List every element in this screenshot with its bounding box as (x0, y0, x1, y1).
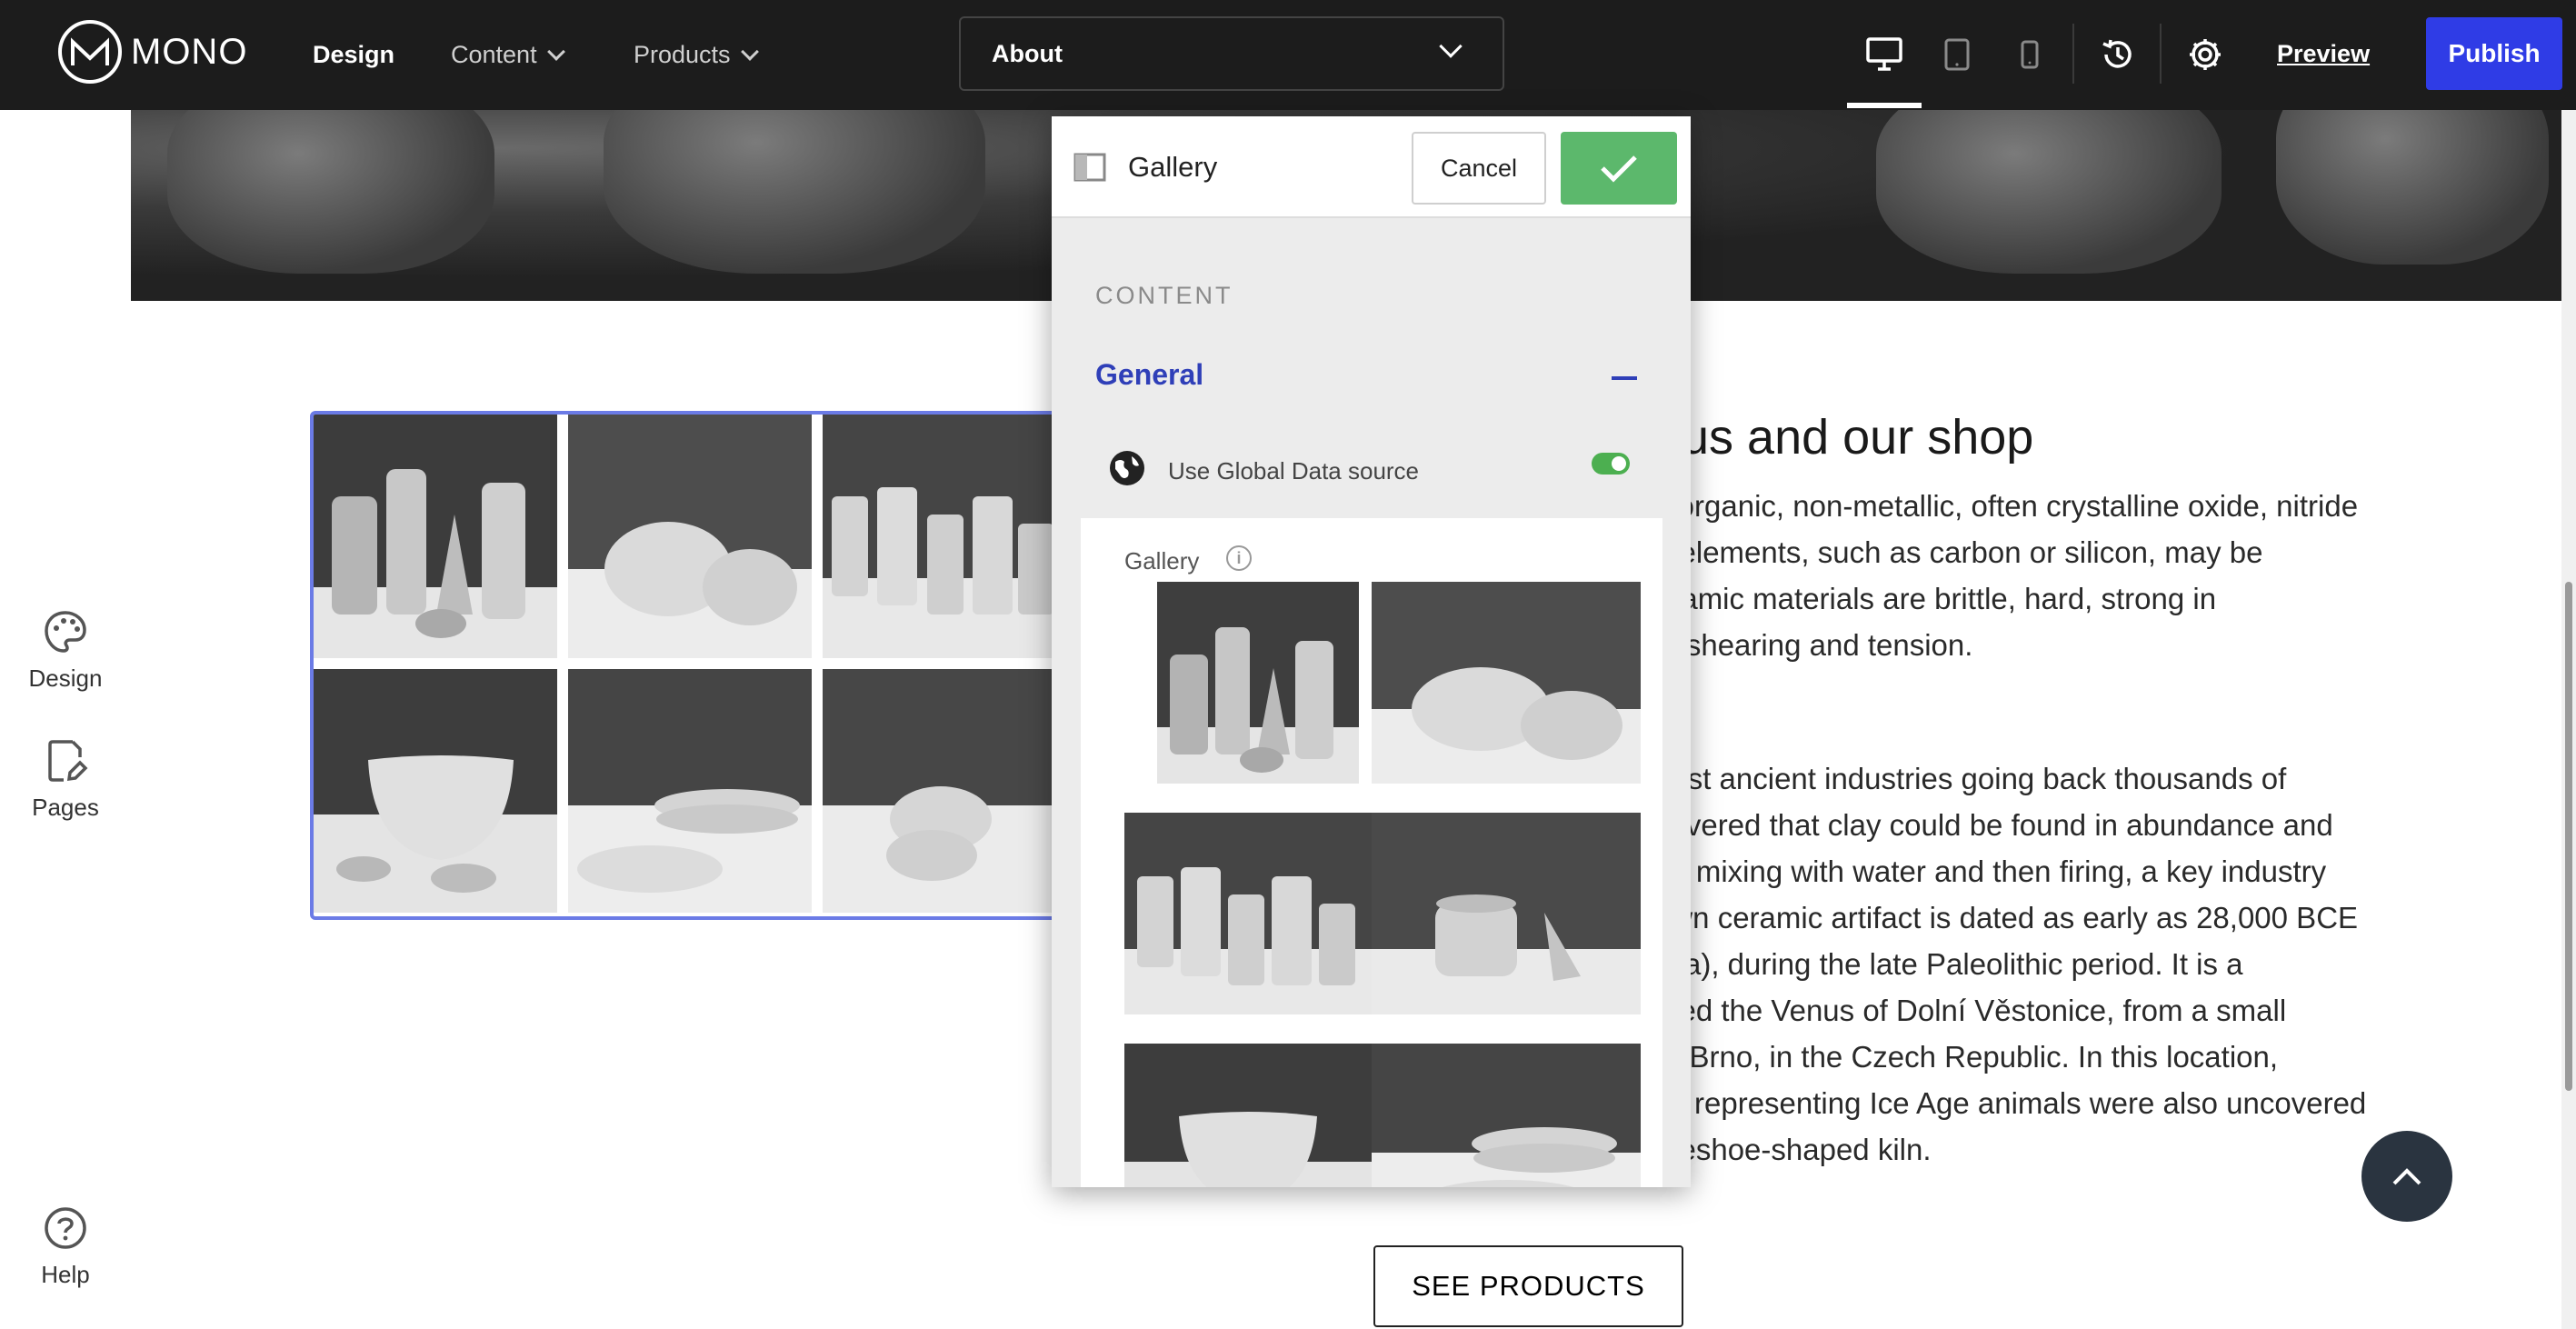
checkmark-icon (1601, 155, 1637, 183)
gear-icon (2190, 39, 2221, 70)
gallery-image[interactable] (823, 669, 1061, 913)
gallery-field: Gallery i (1081, 518, 1662, 1187)
scroll-to-top-button[interactable] (2361, 1131, 2452, 1222)
general-group-toggle[interactable]: General (1095, 358, 1203, 392)
mono-logo-icon (58, 20, 122, 84)
gallery-thumbnail[interactable] (1372, 1044, 1641, 1187)
scrollbar-thumb[interactable] (2565, 582, 2572, 1091)
confirm-button[interactable] (1561, 132, 1677, 205)
history-button[interactable] (2094, 31, 2142, 78)
global-data-source-label: Use Global Data source (1168, 457, 1420, 485)
collapse-icon[interactable] (1612, 376, 1637, 380)
toolbar-divider (2160, 24, 2162, 84)
left-rail: Design Pages Help (0, 110, 131, 1329)
mobile-view-button[interactable] (2006, 31, 2053, 78)
rail-help-button[interactable]: Help (0, 1204, 131, 1289)
rail-pages-button[interactable]: Pages (0, 737, 131, 822)
rail-design-label: Design (28, 664, 103, 692)
globe-icon (1110, 451, 1144, 485)
gallery-image[interactable] (314, 415, 557, 658)
chevron-down-icon (1439, 35, 1463, 58)
global-data-source-toggle[interactable] (1592, 453, 1630, 475)
help-icon (45, 1207, 86, 1249)
nav-design[interactable]: Design (313, 41, 394, 69)
rail-pages-label: Pages (32, 794, 99, 821)
about-title: t us and our shop (1654, 410, 2034, 465)
desktop-view-button[interactable] (1861, 31, 1908, 78)
tablet-view-button[interactable] (1933, 31, 1981, 78)
panel-dock-icon[interactable] (1073, 153, 1106, 182)
info-icon[interactable]: i (1226, 545, 1252, 571)
gallery-thumbnail[interactable] (1372, 813, 1641, 1014)
rail-design-button[interactable]: Design (0, 608, 131, 693)
brand-name: MONO (131, 31, 248, 72)
section-label: CONTENT (1095, 282, 1233, 309)
active-device-indicator (1847, 103, 1922, 108)
about-paragraph-2: nost ancient industries going back thous… (1654, 762, 2367, 1166)
chevron-down-icon (546, 42, 565, 61)
gallery-image[interactable] (823, 415, 1061, 658)
panel-title: Gallery (1128, 151, 1218, 183)
gallery-image[interactable] (314, 669, 557, 913)
settings-button[interactable] (2182, 31, 2229, 78)
page-selector[interactable]: About (959, 16, 1504, 91)
gallery-widget-selected[interactable] (310, 411, 1064, 920)
gallery-editor-panel: Gallery Cancel CONTENT General Use Globa… (1052, 116, 1691, 1187)
cancel-button[interactable]: Cancel (1412, 132, 1546, 205)
brand-logo[interactable]: MONO (58, 20, 247, 84)
chevron-down-icon (740, 42, 759, 61)
nav-content[interactable]: Content (451, 41, 565, 69)
toolbar-divider (2072, 24, 2074, 84)
top-bar: MONO Design Content Products About Previ… (0, 0, 2576, 110)
history-icon (2102, 39, 2132, 68)
rail-help-label: Help (41, 1261, 90, 1288)
desktop-icon (1866, 37, 1902, 71)
nav-products[interactable]: Products (634, 41, 759, 69)
see-products-button[interactable]: SEE PRODUCTS (1373, 1245, 1683, 1327)
page-selector-value: About (992, 39, 1063, 67)
gallery-thumbnail[interactable] (1372, 582, 1641, 784)
gallery-field-label: Gallery (1124, 547, 1200, 575)
mobile-icon (2021, 40, 2039, 69)
gallery-image[interactable] (568, 669, 812, 913)
chevron-up-icon (2392, 1168, 2421, 1185)
panel-header: Gallery Cancel (1052, 116, 1691, 218)
gallery-image[interactable] (568, 415, 812, 658)
publish-button[interactable]: Publish (2426, 17, 2562, 90)
page-edit-icon (48, 740, 88, 782)
about-paragraph-1: inorganic, non-metallic, often crystalli… (1654, 489, 2359, 662)
palette-icon (45, 611, 86, 653)
gallery-thumbnail[interactable] (1124, 1044, 1372, 1187)
preview-link[interactable]: Preview (2277, 40, 2370, 68)
gallery-thumbnail[interactable] (1124, 813, 1372, 1014)
gallery-thumbnail[interactable] (1157, 582, 1359, 784)
tablet-icon (1944, 38, 1970, 71)
